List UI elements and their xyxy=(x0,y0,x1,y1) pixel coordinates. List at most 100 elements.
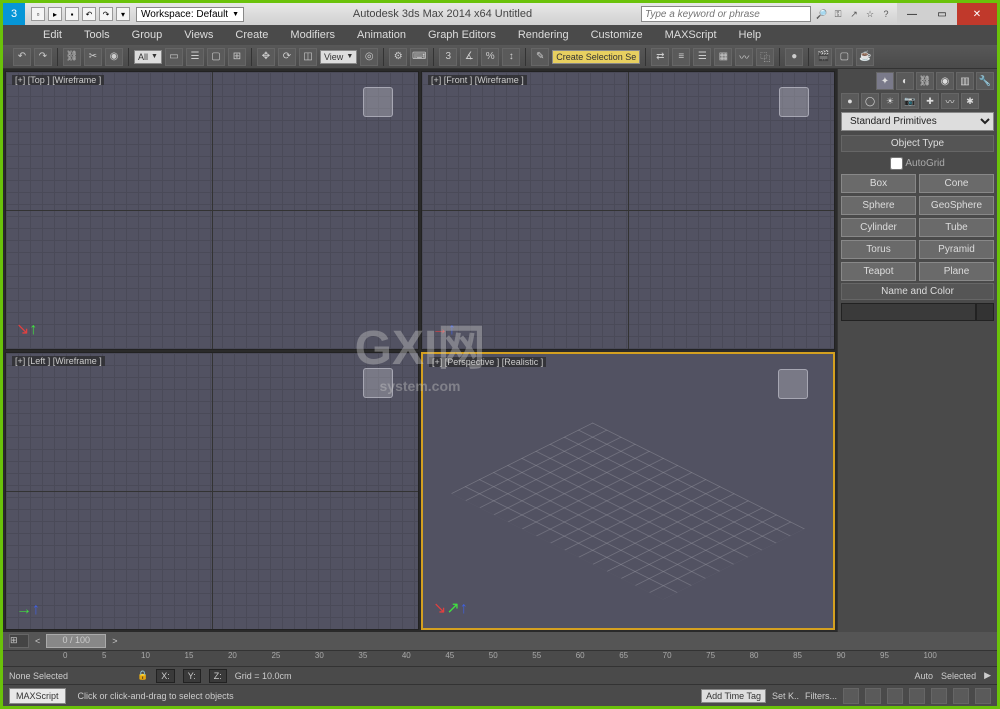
nav-next-icon[interactable] xyxy=(887,688,903,704)
angle-snap-icon[interactable]: ∡ xyxy=(460,48,478,66)
open-icon[interactable]: ▸ xyxy=(48,7,62,21)
pivot-icon[interactable]: ◎ xyxy=(360,48,378,66)
window-crossing-icon[interactable]: ⊞ xyxy=(228,48,246,66)
primitive-tube[interactable]: Tube xyxy=(919,218,994,237)
viewport-left[interactable]: [+] [Left ] [Wireframe ] →↑ xyxy=(5,352,419,631)
keyboard-shortcut-icon[interactable]: ⌨ xyxy=(410,48,428,66)
lock-icon[interactable]: 🔒 xyxy=(137,670,148,681)
undo-icon[interactable]: ↶ xyxy=(13,48,31,66)
menu-animation[interactable]: Animation xyxy=(357,29,406,41)
primitive-sphere[interactable]: Sphere xyxy=(841,196,916,215)
primitive-geosphere[interactable]: GeoSphere xyxy=(919,196,994,215)
render-icon[interactable]: ☕ xyxy=(856,48,874,66)
primitive-cone[interactable]: Cone xyxy=(919,174,994,193)
menu-create[interactable]: Create xyxy=(235,29,268,41)
autogrid-checkbox[interactable]: AutoGrid xyxy=(841,155,994,172)
link-icon[interactable]: ⛓ xyxy=(63,48,81,66)
viewcube-icon[interactable] xyxy=(363,87,393,117)
material-editor-icon[interactable]: ● xyxy=(785,48,803,66)
helpers-subtab-icon[interactable]: ✚ xyxy=(921,93,939,109)
app-logo-icon[interactable]: 3 xyxy=(3,3,25,25)
menu-views[interactable]: Views xyxy=(184,29,213,41)
primitive-box[interactable]: Box xyxy=(841,174,916,193)
menu-modifiers[interactable]: Modifiers xyxy=(290,29,335,41)
close-button[interactable]: ✕ xyxy=(957,3,997,25)
help-icon[interactable]: ? xyxy=(879,7,893,21)
minimize-button[interactable]: — xyxy=(897,3,927,25)
time-slider-knob[interactable]: 0 / 100 xyxy=(46,634,106,648)
unlink-icon[interactable]: ✂ xyxy=(84,48,102,66)
select-region-icon[interactable]: ▢ xyxy=(207,48,225,66)
snap-toggle-icon[interactable]: 3 xyxy=(439,48,457,66)
utilities-tab-icon[interactable]: 🔧 xyxy=(976,72,994,90)
viewcube-icon[interactable] xyxy=(778,369,808,399)
render-setup-icon[interactable]: 🎬 xyxy=(814,48,832,66)
binoculars-icon[interactable]: 🔎 xyxy=(815,7,829,21)
object-name-input[interactable] xyxy=(841,303,976,321)
play-icon[interactable]: ▶ xyxy=(984,670,991,681)
redo-icon[interactable]: ↷ xyxy=(99,7,113,21)
nav-max-icon[interactable] xyxy=(975,688,991,704)
geometry-subtab-icon[interactable]: ● xyxy=(841,93,859,109)
viewcube-icon[interactable] xyxy=(779,87,809,117)
autokey-button[interactable]: Auto xyxy=(915,671,934,681)
select-name-icon[interactable]: ☰ xyxy=(186,48,204,66)
manipulate-icon[interactable]: ⚙ xyxy=(389,48,407,66)
display-tab-icon[interactable]: ▥ xyxy=(956,72,974,90)
add-time-tag[interactable]: Add Time Tag xyxy=(701,689,766,703)
menu-maxscript[interactable]: MAXScript xyxy=(665,29,717,41)
graphite-icon[interactable]: ▦ xyxy=(714,48,732,66)
time-slider[interactable]: ⊞ < 0 / 100 > xyxy=(3,632,997,650)
menu-grapheditors[interactable]: Graph Editors xyxy=(428,29,496,41)
nav-orbit-icon[interactable] xyxy=(953,688,969,704)
selected-button[interactable]: Selected xyxy=(941,671,976,681)
percent-snap-icon[interactable]: % xyxy=(481,48,499,66)
coord-y[interactable]: Y: xyxy=(183,669,201,683)
bind-icon[interactable]: ◉ xyxy=(105,48,123,66)
menu-edit[interactable]: Edit xyxy=(43,29,62,41)
viewport-front[interactable]: [+] [Front ] [Wireframe ] →↑ xyxy=(421,71,835,350)
menu-customize[interactable]: Customize xyxy=(591,29,643,41)
mirror-icon[interactable]: ⇄ xyxy=(651,48,669,66)
viewport-label[interactable]: [+] [Left ] [Wireframe ] xyxy=(12,356,105,366)
systems-subtab-icon[interactable]: ✱ xyxy=(961,93,979,109)
category-dropdown[interactable]: Standard Primitives xyxy=(841,112,994,131)
rotate-icon[interactable]: ⟳ xyxy=(278,48,296,66)
nav-play-icon[interactable] xyxy=(865,688,881,704)
primitive-pyramid[interactable]: Pyramid xyxy=(919,240,994,259)
menu-rendering[interactable]: Rendering xyxy=(518,29,569,41)
spacewarps-subtab-icon[interactable]: 〰 xyxy=(941,93,959,109)
link-icon[interactable]: ↗ xyxy=(847,7,861,21)
viewport-perspective[interactable]: [+] [Perspective ] [Realistic ] ↘↗↑ xyxy=(421,352,835,631)
menu-help[interactable]: Help xyxy=(739,29,762,41)
nav-prev-icon[interactable] xyxy=(843,688,859,704)
workspace-dropdown[interactable]: Workspace: Default xyxy=(136,7,244,22)
rollout-object-type[interactable]: Object Type xyxy=(841,135,994,152)
hierarchy-tab-icon[interactable]: ⛓ xyxy=(916,72,934,90)
undo-icon[interactable]: ↶ xyxy=(82,7,96,21)
star-icon[interactable]: ☆ xyxy=(863,7,877,21)
select-icon[interactable]: ▭ xyxy=(165,48,183,66)
viewport-label[interactable]: [+] [Front ] [Wireframe ] xyxy=(428,75,527,85)
edit-named-sel-icon[interactable]: ✎ xyxy=(531,48,549,66)
chevron-down-icon[interactable]: ▾ xyxy=(116,7,130,21)
coord-z[interactable]: Z: xyxy=(209,669,227,683)
shapes-subtab-icon[interactable]: ◯ xyxy=(861,93,879,109)
maximize-button[interactable]: ▭ xyxy=(927,3,957,25)
viewport-top[interactable]: [+] [Top ] [Wireframe ] ↘↑ xyxy=(5,71,419,350)
viewport-layout-icon[interactable]: ⊞ xyxy=(9,634,29,648)
move-icon[interactable]: ✥ xyxy=(257,48,275,66)
nav-zoom-icon[interactable] xyxy=(931,688,947,704)
menu-group[interactable]: Group xyxy=(132,29,163,41)
modify-tab-icon[interactable]: ◐ xyxy=(896,72,914,90)
layers-icon[interactable]: ☰ xyxy=(693,48,711,66)
search-input[interactable] xyxy=(641,6,811,22)
setkey-button[interactable]: Set K.. xyxy=(772,691,799,701)
coord-x[interactable]: X: xyxy=(156,669,175,683)
motion-tab-icon[interactable]: ◉ xyxy=(936,72,954,90)
create-tab-icon[interactable]: ✦ xyxy=(876,72,894,90)
primitive-cylinder[interactable]: Cylinder xyxy=(841,218,916,237)
primitive-plane[interactable]: Plane xyxy=(919,262,994,281)
keyfilters-button[interactable]: Filters... xyxy=(805,691,837,701)
ref-coord-dropdown[interactable]: View xyxy=(320,50,357,64)
